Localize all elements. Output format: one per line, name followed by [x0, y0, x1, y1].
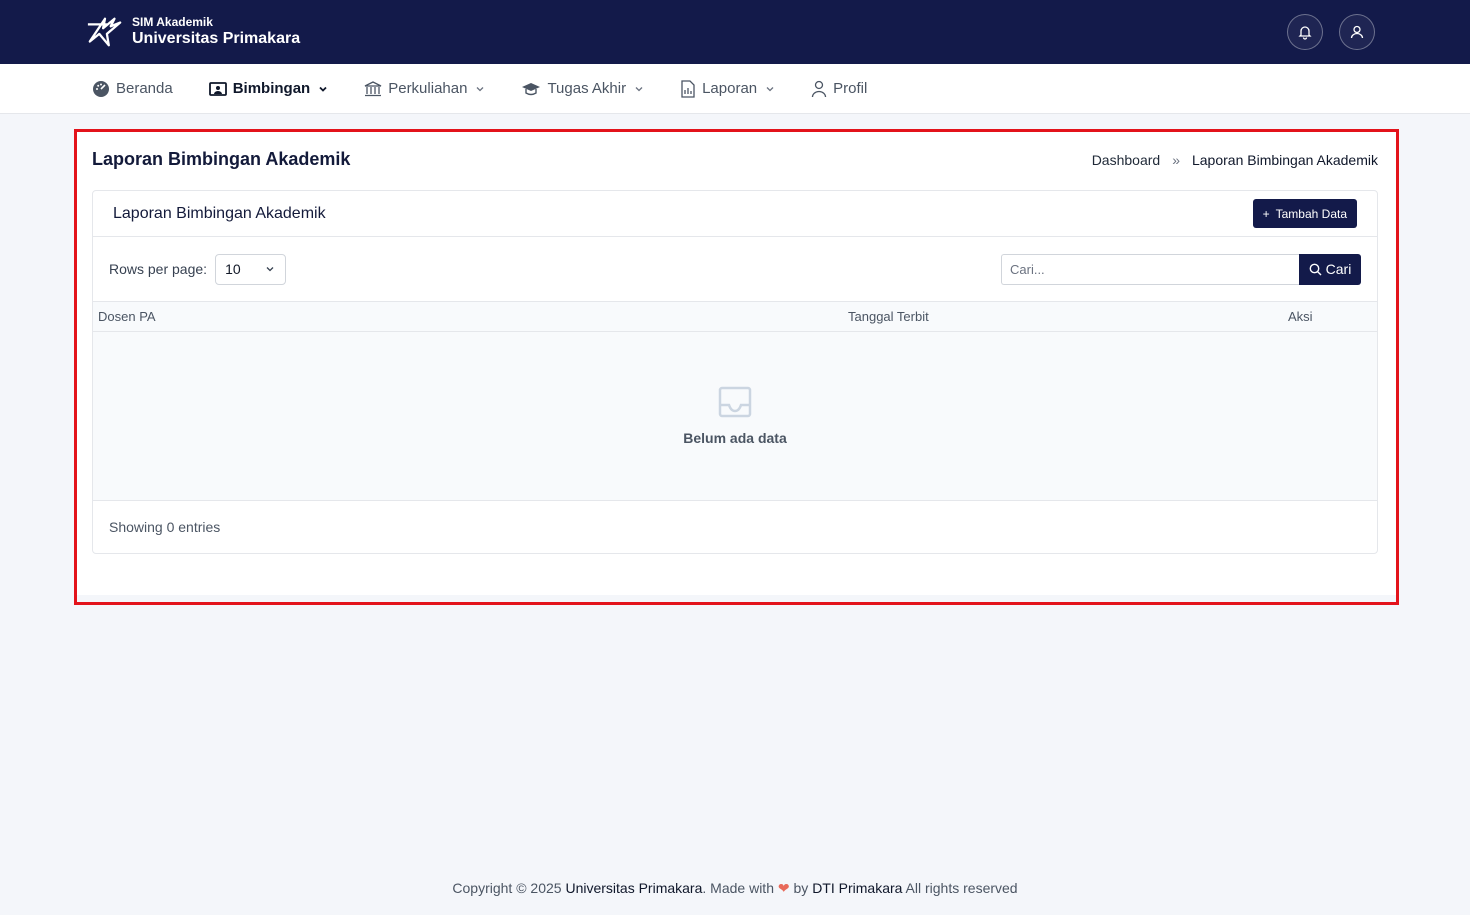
top-bar: SIM Akademik Universitas Primakara [0, 0, 1470, 64]
org-link[interactable]: Universitas Primakara [565, 880, 702, 896]
brand[interactable]: SIM Akademik Universitas Primakara [86, 13, 300, 51]
nav-label: Laporan [702, 80, 758, 97]
notifications-button[interactable] [1287, 14, 1323, 50]
nav-item-perkuliahan[interactable]: Perkuliahan [364, 80, 485, 97]
copyright-footer: Copyright © 2025 Universitas Primakara. … [0, 880, 1470, 897]
dashboard-gauge-icon [93, 80, 109, 97]
nav-label: Profil [833, 80, 868, 97]
rights-text: All rights reserved [905, 880, 1018, 896]
nav-item-beranda[interactable]: Beranda [92, 80, 173, 98]
nav-label: Beranda [116, 80, 173, 97]
person-icon [812, 80, 827, 97]
main-nav: Beranda Bimbingan Perkuliahan Tugas Akhi… [0, 64, 1470, 114]
by-text: by [793, 880, 809, 896]
nav-label: Tugas Akhir [547, 80, 627, 97]
chevron-down-icon [635, 86, 643, 91]
presentation-board-icon [208, 81, 227, 96]
chevron-down-icon [766, 86, 774, 91]
nav-item-laporan[interactable]: Laporan [680, 79, 775, 98]
made-with-text: . Made with [702, 880, 774, 896]
copyright-prefix: Copyright © 2025 [452, 880, 562, 896]
nav-item-bimbingan[interactable]: Bimbingan [208, 80, 329, 97]
heart-icon: ❤ [777, 880, 790, 896]
chevron-down-icon [476, 86, 484, 91]
bell-icon [1298, 26, 1312, 40]
user-icon [1350, 25, 1364, 39]
brand-subtitle: SIM Akademik [132, 14, 213, 29]
bank-building-icon [364, 80, 382, 96]
university-logo-icon [87, 17, 122, 47]
nav-label: Perkuliahan [388, 80, 468, 97]
chevron-down-icon [319, 86, 327, 92]
nav-item-profil[interactable]: Profil [811, 80, 867, 98]
nav-item-tugas-akhir[interactable]: Tugas Akhir [521, 80, 644, 97]
brand-title: Universitas Primakara [132, 29, 301, 47]
report-chart-icon [681, 79, 695, 98]
highlight-frame [74, 129, 1399, 605]
team-link[interactable]: DTI Primakara [812, 880, 902, 896]
graduation-cap-icon [522, 82, 541, 95]
nav-label: Bimbingan [232, 80, 311, 97]
user-menu-button[interactable] [1339, 14, 1375, 50]
